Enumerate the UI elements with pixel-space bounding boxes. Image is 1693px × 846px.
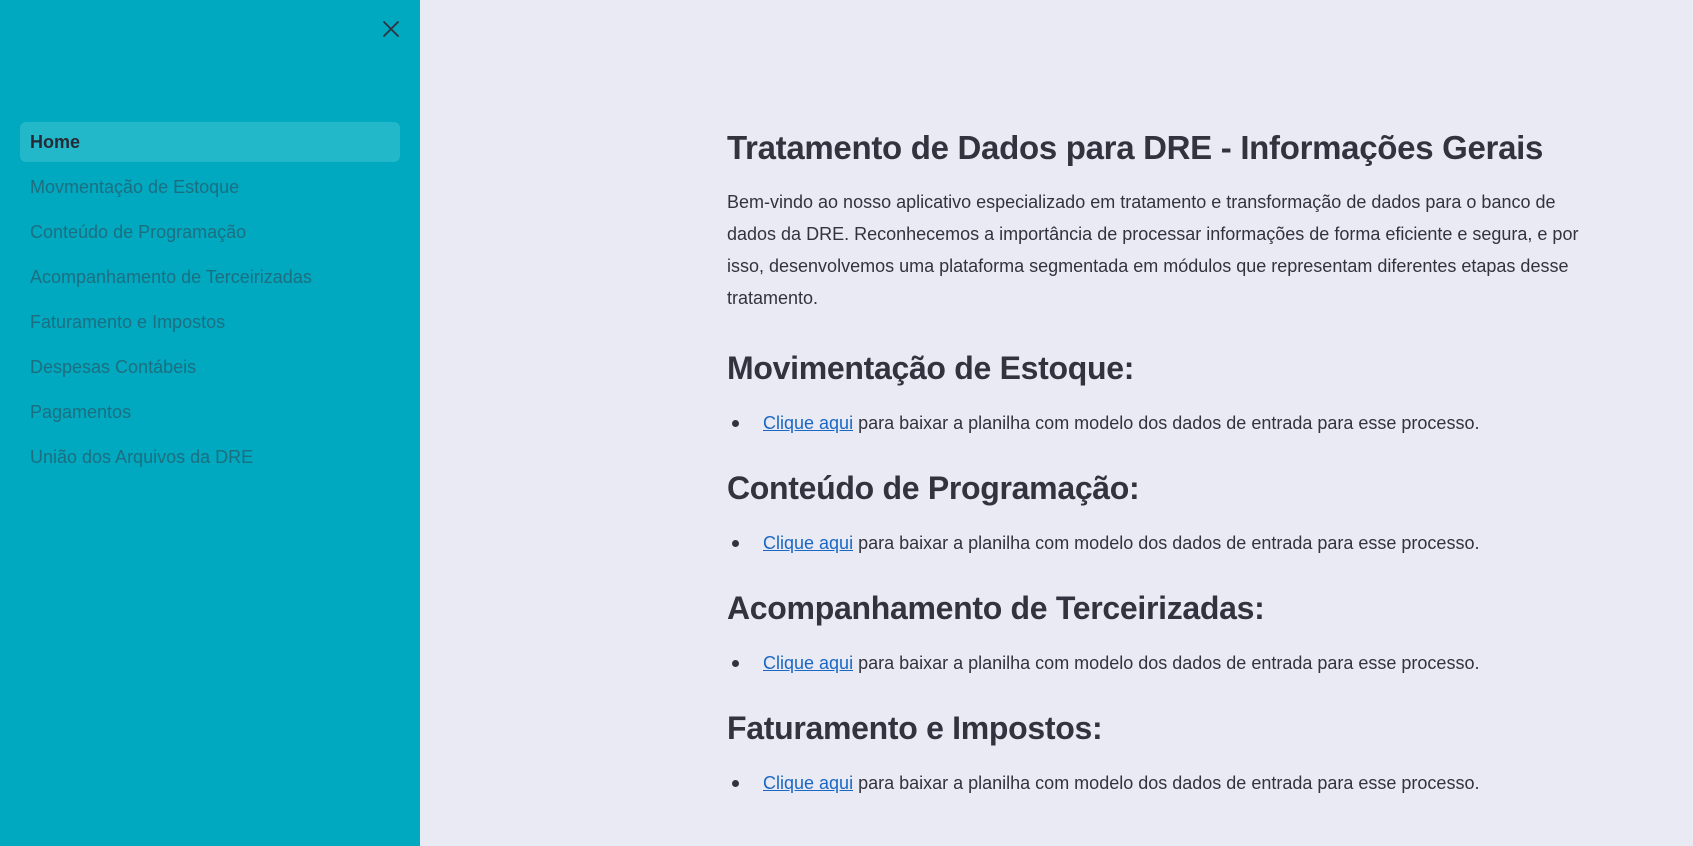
bullet-list: Clique aqui para baixar a planilha com m… (727, 770, 1607, 796)
sidebar-item-pagamentos[interactable]: Pagamentos (20, 392, 400, 432)
list-item-text: para baixar a planilha com modelo dos da… (853, 773, 1480, 793)
sidebar: Home Movmentação de Estoque Conteúdo de … (0, 0, 420, 846)
download-link[interactable]: Clique aqui (763, 773, 853, 793)
page-title: Tratamento de Dados para DRE - Informaçõ… (727, 129, 1544, 166)
bullet-icon (732, 420, 739, 427)
section-movimentacao-estoque: Movimentação de Estoque: Clique aqui par… (727, 348, 1607, 436)
section-heading: Conteúdo de Programação: (727, 470, 1140, 506)
content-column: Tratamento de Dados para DRE - Informaçõ… (727, 126, 1607, 828)
app-window: Home Movmentação de Estoque Conteúdo de … (0, 0, 1693, 846)
list-item-text: para baixar a planilha com modelo dos da… (853, 533, 1480, 553)
list-item-text: para baixar a planilha com modelo dos da… (853, 653, 1480, 673)
bullet-list: Clique aqui para baixar a planilha com m… (727, 530, 1607, 556)
list-item: Clique aqui para baixar a planilha com m… (727, 410, 1607, 436)
bullet-icon (732, 540, 739, 547)
sidebar-nav: Home Movmentação de Estoque Conteúdo de … (20, 122, 400, 482)
intro-paragraph: Bem-vindo ao nosso aplicativo especializ… (727, 192, 1579, 308)
section-heading: Acompanhamento de Terceirizadas: (727, 590, 1265, 626)
download-link[interactable]: Clique aqui (763, 413, 853, 433)
sidebar-item-acompanhamento-terceirizadas[interactable]: Acompanhamento de Terceirizadas (20, 257, 400, 297)
close-sidebar-button[interactable] (378, 16, 404, 42)
bullet-icon (732, 660, 739, 667)
close-icon (383, 21, 399, 37)
sidebar-item-uniao-arquivos-dre[interactable]: União dos Arquivos da DRE (20, 437, 400, 477)
list-item: Clique aqui para baixar a planilha com m… (727, 770, 1607, 796)
bullet-list: Clique aqui para baixar a planilha com m… (727, 410, 1607, 436)
section-heading: Faturamento e Impostos: (727, 710, 1103, 746)
bullet-list: Clique aqui para baixar a planilha com m… (727, 650, 1607, 676)
download-link[interactable]: Clique aqui (763, 653, 853, 673)
bullet-icon (732, 780, 739, 787)
section-heading: Movimentação de Estoque: (727, 350, 1135, 386)
sidebar-item-despesas-contabeis[interactable]: Despesas Contábeis (20, 347, 400, 387)
list-item: Clique aqui para baixar a planilha com m… (727, 530, 1607, 556)
sidebar-item-movimentacao-estoque[interactable]: Movmentação de Estoque (20, 167, 400, 207)
download-link[interactable]: Clique aqui (763, 533, 853, 553)
sidebar-item-faturamento-impostos[interactable]: Faturamento e Impostos (20, 302, 400, 342)
section-conteudo-programacao: Conteúdo de Programação: Clique aqui par… (727, 468, 1607, 556)
sidebar-item-conteudo-programacao[interactable]: Conteúdo de Programação (20, 212, 400, 252)
section-acompanhamento-terceirizadas: Acompanhamento de Terceirizadas: Clique … (727, 588, 1607, 676)
main-content: Tratamento de Dados para DRE - Informaçõ… (420, 0, 1693, 846)
section-faturamento-impostos: Faturamento e Impostos: Clique aqui para… (727, 708, 1607, 796)
sidebar-item-home[interactable]: Home (20, 122, 400, 162)
list-item: Clique aqui para baixar a planilha com m… (727, 650, 1607, 676)
list-item-text: para baixar a planilha com modelo dos da… (853, 413, 1480, 433)
